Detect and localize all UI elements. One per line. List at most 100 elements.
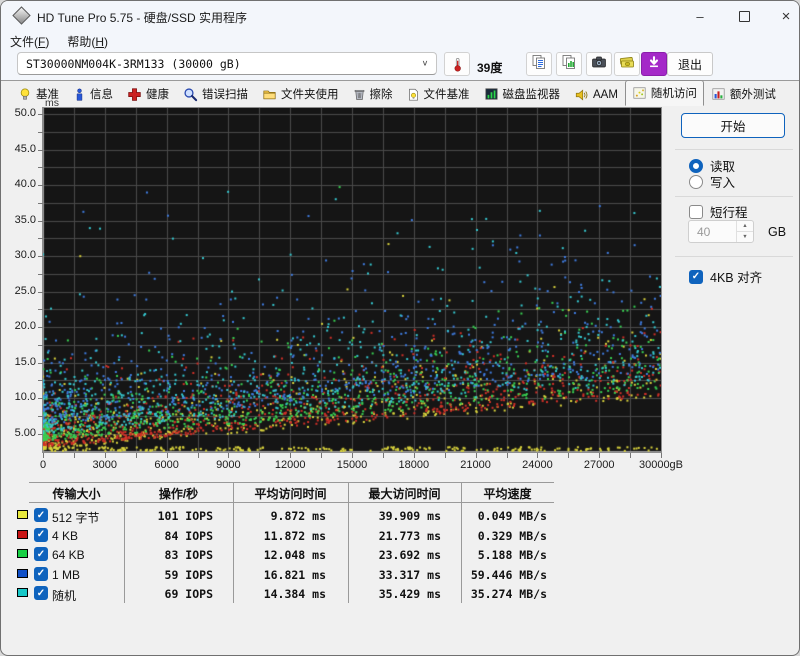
update-button[interactable]	[641, 52, 667, 76]
tab-label: 文件夹使用	[281, 89, 339, 101]
tab-bar: 基准 信息 健康 错误扫描 文件夹使用 擦除 文件基准 磁盘监视器 AAM 随机访问 额外测试	[11, 80, 783, 106]
exit-button[interactable]: 退出	[667, 52, 713, 76]
y-axis-tick	[38, 344, 43, 346]
tab-label: AAM	[593, 89, 618, 101]
results-table: 传输大小 操作/秒 平均访问时间 最大访问时间 平均速度 ✓ 512 字节 101 IOPS 9…	[17, 482, 557, 604]
legend-swatch	[17, 549, 28, 559]
menu-item-1[interactable]: 帮助(H)	[58, 31, 117, 52]
spinner-down-button[interactable]: ▼	[737, 231, 753, 242]
y-axis-tick	[38, 327, 43, 329]
copy-text-icon	[531, 54, 547, 75]
series-label: 512 字节	[52, 511, 100, 525]
app-icon	[12, 6, 31, 25]
x-axis-tick	[475, 453, 477, 458]
close-button[interactable]: ×	[765, 1, 799, 31]
table-value-speed: 35.274 MB/s	[470, 587, 547, 602]
x-axis-label: 6000	[154, 459, 179, 471]
y-axis-tick	[38, 167, 43, 169]
download-icon	[647, 55, 661, 74]
start-button[interactable]: 开始	[681, 113, 785, 138]
x-axis-label: 18000	[398, 459, 430, 471]
table-value-ops: 69 IOPS	[164, 587, 213, 602]
read-radio[interactable]	[689, 158, 703, 173]
y-axis-tick	[38, 202, 43, 204]
write-radio[interactable]	[689, 174, 703, 189]
write-radio-row[interactable]: 写入	[689, 172, 735, 191]
y-axis-label: 5.00	[14, 426, 36, 439]
separator	[675, 149, 793, 150]
tab-folder-usage[interactable]: 文件夹使用	[255, 82, 346, 106]
series-checkbox[interactable]: ✓	[34, 566, 48, 581]
tab-extra-tests[interactable]: 额外测试	[704, 82, 783, 106]
y-axis-label: 10.0	[14, 391, 36, 404]
copy-image-button[interactable]	[556, 52, 582, 76]
tab-label: 健康	[146, 89, 169, 101]
align-4kb-checkbox[interactable]: ✓	[689, 269, 703, 284]
series-label: 64 KB	[52, 548, 85, 563]
table-header-border	[29, 502, 554, 503]
y-axis-label: 50.0	[14, 107, 36, 120]
screenshot-button[interactable]	[586, 52, 612, 76]
y-axis-tick	[38, 398, 43, 400]
table-header: 平均访问时间	[254, 487, 327, 501]
x-axis-tick	[166, 453, 168, 458]
tab-info[interactable]: 信息	[66, 82, 120, 106]
table-top-border	[29, 482, 554, 483]
short-stroke-label: 短行程	[710, 206, 748, 220]
x-axis-tick	[661, 453, 662, 458]
table-value-max: 23.692 ms	[378, 548, 441, 563]
short-stroke-row[interactable]: 短行程	[689, 202, 748, 221]
capacity-spinner[interactable]: 40 ▲ ▼	[688, 220, 754, 243]
file-benchmark-icon	[407, 87, 420, 102]
temperature-button[interactable]	[444, 52, 470, 76]
x-axis-tick	[537, 453, 539, 458]
minimize-button[interactable]: –	[679, 1, 721, 31]
tab-label: 信息	[90, 89, 113, 101]
series-label: 1 MB	[52, 567, 81, 582]
y-axis-label: 30.0	[14, 249, 36, 262]
y-axis-tick	[38, 273, 43, 275]
tab-label: 额外测试	[729, 89, 776, 101]
capacity-unit-label: GB	[768, 225, 787, 239]
tab-erase[interactable]: 擦除	[346, 82, 400, 106]
capacity-value[interactable]: 40	[689, 221, 736, 242]
align-4kb-row[interactable]: ✓ 4KB 对齐	[689, 267, 762, 286]
series-checkbox[interactable]: ✓	[34, 508, 48, 522]
table-value-avg: 12.048 ms	[263, 548, 326, 563]
purchase-button[interactable]	[614, 52, 640, 76]
tab-random-access[interactable]: 随机访问	[624, 80, 704, 106]
legend-swatch	[17, 588, 28, 598]
y-axis-tick	[38, 238, 43, 240]
y-axis-tick	[38, 149, 43, 151]
tab-health[interactable]: 健康	[120, 82, 176, 106]
info-icon	[73, 87, 86, 102]
maximize-icon	[738, 10, 750, 22]
x-axis-tick	[73, 453, 75, 458]
tab-label: 随机访问	[650, 88, 697, 100]
spinner-up-button[interactable]: ▲	[737, 221, 753, 231]
error-scan-icon	[183, 87, 198, 102]
y-axis-tick	[38, 433, 43, 435]
tab-aam[interactable]: AAM	[567, 84, 625, 106]
maximize-button[interactable]	[723, 1, 765, 31]
temperature-value: 39度	[477, 61, 503, 75]
table-header: 最大访问时间	[368, 487, 441, 501]
series-checkbox[interactable]: ✓	[34, 547, 48, 562]
tab-label: 磁盘监视器	[502, 89, 561, 101]
tab-file-benchmark[interactable]: 文件基准	[400, 82, 477, 106]
table-value-ops: 84 IOPS	[164, 528, 213, 543]
table-value-max: 33.317 ms	[378, 567, 441, 582]
series-checkbox[interactable]: ✓	[34, 586, 48, 601]
short-stroke-checkbox[interactable]	[689, 204, 703, 219]
title-bar: HD Tune Pro 5.75 - 硬盘/SSD 实用程序 – ×	[1, 1, 799, 31]
y-axis-label: 15.0	[14, 355, 36, 368]
menu-item-0[interactable]: 文件(F)	[1, 31, 58, 52]
copy-text-button[interactable]	[526, 52, 552, 76]
series-checkbox[interactable]: ✓	[34, 527, 48, 542]
tab-disk-monitor[interactable]: 磁盘监视器	[477, 82, 568, 106]
tab-error-scan[interactable]: 错误扫描	[176, 82, 255, 106]
thermometer-icon	[454, 57, 461, 72]
table-value-avg: 11.872 ms	[263, 528, 326, 543]
x-axis-tick	[135, 453, 137, 458]
drive-select[interactable]: ST30000NM004K-3RM133 (30000 gB) ∨	[17, 52, 437, 75]
